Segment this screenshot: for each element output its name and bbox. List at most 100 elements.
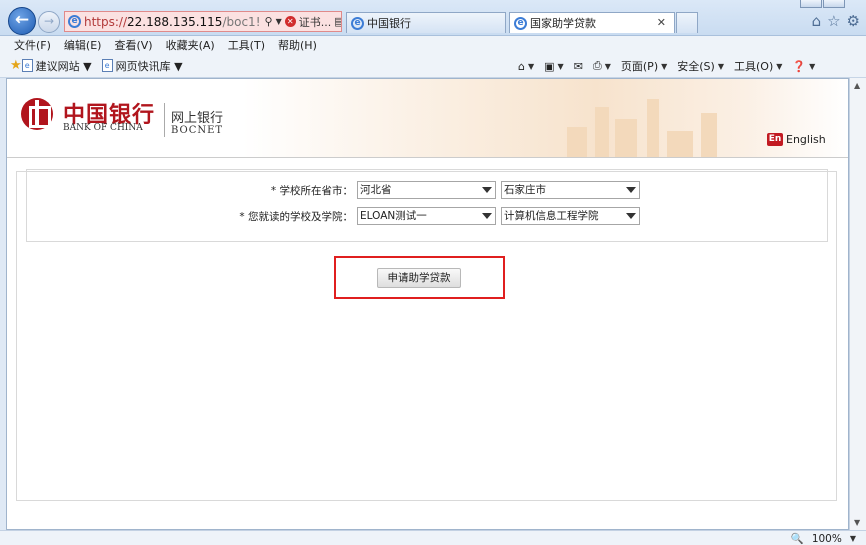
scroll-up-icon[interactable]: ▲ [854, 81, 860, 90]
back-button[interactable]: ← [8, 7, 36, 35]
chevron-down-icon: ▼ [527, 61, 535, 71]
province-select[interactable]: 河北省 [357, 181, 496, 199]
province-value: 河北省 [360, 184, 392, 196]
mail-button[interactable]: ✉ [574, 60, 583, 73]
address-host: 22.188.135.115 [127, 14, 223, 29]
search-icon[interactable]: ⚲ [265, 15, 273, 28]
city-select[interactable]: 石家庄市 [501, 181, 640, 199]
help-menu[interactable]: ❓ ▼ [792, 60, 815, 73]
page-menu-label: 页面(P) [620, 60, 659, 73]
chevron-down-icon[interactable]: ▼ [276, 17, 282, 26]
print-button[interactable]: ⎙ ▼ [593, 59, 611, 73]
chevron-down-icon [626, 187, 636, 193]
chevron-down-icon[interactable]: ▼ [850, 534, 856, 543]
menu-edit[interactable]: 编辑(E) [64, 37, 102, 53]
chevron-down-icon: ▼ [557, 61, 564, 71]
skyline-decoration [701, 113, 717, 157]
scroll-down-icon[interactable]: ▼ [854, 518, 860, 527]
ie-page-icon: e [351, 16, 364, 30]
safety-menu-label: 安全(S) [677, 60, 715, 73]
english-link[interactable]: En English [767, 133, 826, 146]
skyline-decoration [615, 119, 637, 157]
english-label: English [786, 133, 826, 146]
menu-file[interactable]: 文件(F) [14, 37, 51, 53]
status-bar: 🔍 100% ▼ [0, 530, 866, 545]
rss-icon: ▣ [544, 59, 555, 73]
fav-label: 建议网站 ▼ [35, 59, 92, 73]
menu-view[interactable]: 查看(V) [114, 37, 152, 53]
menu-tools[interactable]: 工具(T) [228, 37, 265, 53]
favorites-star-icon[interactable]: ☆ [827, 12, 840, 30]
tools-menu[interactable]: 工具(O) ▼ [734, 58, 782, 74]
cert-error-label[interactable]: 证书... [299, 14, 332, 30]
fav-label: 网页快讯库 ▼ [115, 59, 183, 73]
page-viewport: 中国银行 BANK OF CHINA 网上银行 BOCNET En Englis… [6, 78, 849, 530]
school-selection-panel: * 学校所在省市： 河北省 石家庄市 * 您就读的学校及学院： ELOAN测试一… [26, 169, 828, 242]
gear-icon[interactable]: ⚙ [847, 12, 860, 30]
page-menu[interactable]: 页面(P) ▼ [621, 58, 667, 74]
chevron-down-icon [626, 213, 636, 219]
province-label: * 学校所在省市： [270, 184, 353, 197]
suggested-sites-link[interactable]: e 建议网站 ▼ [21, 58, 92, 74]
chevron-down-icon: ▼ [604, 61, 611, 71]
favorites-add-icon[interactable]: ★ [10, 58, 22, 73]
ie-page-icon: e [68, 15, 81, 28]
address-bar[interactable]: e https://22.188.135.115/boc1! ⚲ ▼ ✕ 证书.… [64, 11, 342, 32]
boc-logo-icon[interactable] [21, 98, 53, 130]
skyline-decoration [647, 99, 659, 157]
vertical-scrollbar[interactable]: ▲ ▼ [849, 78, 866, 530]
product-name-cn: 网上银行 [171, 111, 224, 126]
zoom-control[interactable]: 🔍 100% ▼ [791, 532, 856, 545]
help-icon: ❓ [792, 59, 807, 73]
new-tab-button[interactable] [676, 12, 698, 33]
chevron-down-icon [482, 187, 492, 193]
apply-student-loan-button[interactable]: 申请助学贷款 [377, 268, 461, 288]
close-tab-icon[interactable]: ✕ [657, 16, 666, 29]
menu-help[interactable]: 帮助(H) [278, 37, 317, 53]
logo-divider [164, 103, 165, 137]
product-name-en: BOCNET [171, 125, 224, 136]
apply-highlight-box: 申请助学贷款 [334, 256, 505, 299]
mail-icon: ✉ [573, 59, 583, 73]
province-row: * 学校所在省市： 河北省 石家庄市 [27, 181, 645, 199]
menu-favorites[interactable]: 收藏夹(A) [166, 37, 215, 53]
bank-header: 中国银行 BANK OF CHINA 网上银行 BOCNET En Englis… [7, 79, 848, 158]
college-value: 计算机信息工程学院 [504, 210, 599, 222]
chevron-down-icon: ▼ [809, 61, 816, 71]
forward-button[interactable]: → [38, 11, 60, 33]
school-row: * 您就读的学校及学院： ELOAN测试一 计算机信息工程学院 [27, 207, 645, 225]
ie-page-icon: e [101, 59, 113, 72]
ie-page-icon: e [21, 59, 33, 72]
college-select[interactable]: 计算机信息工程学院 [501, 207, 640, 225]
tools-menu-label: 工具(O) [734, 60, 774, 73]
cert-error-icon[interactable]: ✕ [284, 16, 296, 27]
bank-name-en: BANK OF CHINA [63, 123, 143, 133]
home-icon[interactable]: ⌂ [812, 12, 822, 30]
feeds-button[interactable]: ▣ ▼ [544, 60, 564, 73]
web-slice-gallery-link[interactable]: e 网页快讯库 ▼ [101, 58, 183, 74]
menu-bar: 文件(F) 编辑(E) 查看(V) 收藏夹(A) 工具(T) 帮助(H) [0, 36, 866, 54]
safety-menu[interactable]: 安全(S) ▼ [677, 58, 724, 74]
city-value: 石家庄市 [504, 184, 546, 196]
printer-icon: ⎙ [592, 59, 602, 72]
tab-label: 国家助学贷款 [530, 17, 596, 30]
chevron-down-icon: ▼ [661, 61, 668, 71]
chevron-down-icon: ▼ [776, 61, 783, 71]
language-badge-icon: En [767, 133, 783, 146]
compat-view-icon[interactable]: ▤ [334, 15, 341, 28]
minimize-button[interactable] [800, 0, 822, 8]
address-path: /boc1! [222, 14, 261, 29]
school-value: ELOAN测试一 [360, 210, 427, 222]
ie-page-icon: e [514, 16, 527, 30]
chevron-down-icon [482, 213, 492, 219]
tab-student-loan[interactable]: e 国家助学贷款 ✕ [509, 12, 675, 33]
home-button[interactable]: ⌂ ▼ [518, 60, 534, 73]
maximize-button[interactable] [823, 0, 845, 8]
zoom-level: 100% [811, 532, 842, 545]
command-bar: ⌂ ▼ ▣ ▼ ✉ ⎙ ▼ 页面(P) ▼ 安全(S) ▼ 工具(O) ▼ ❓ ▼ [518, 54, 815, 78]
tab-boc[interactable]: e 中国银行 [346, 12, 506, 33]
home-icon: ⌂ [518, 59, 525, 73]
tab-label: 中国银行 [367, 17, 411, 30]
skyline-decoration [595, 107, 609, 157]
school-select[interactable]: ELOAN测试一 [357, 207, 496, 225]
